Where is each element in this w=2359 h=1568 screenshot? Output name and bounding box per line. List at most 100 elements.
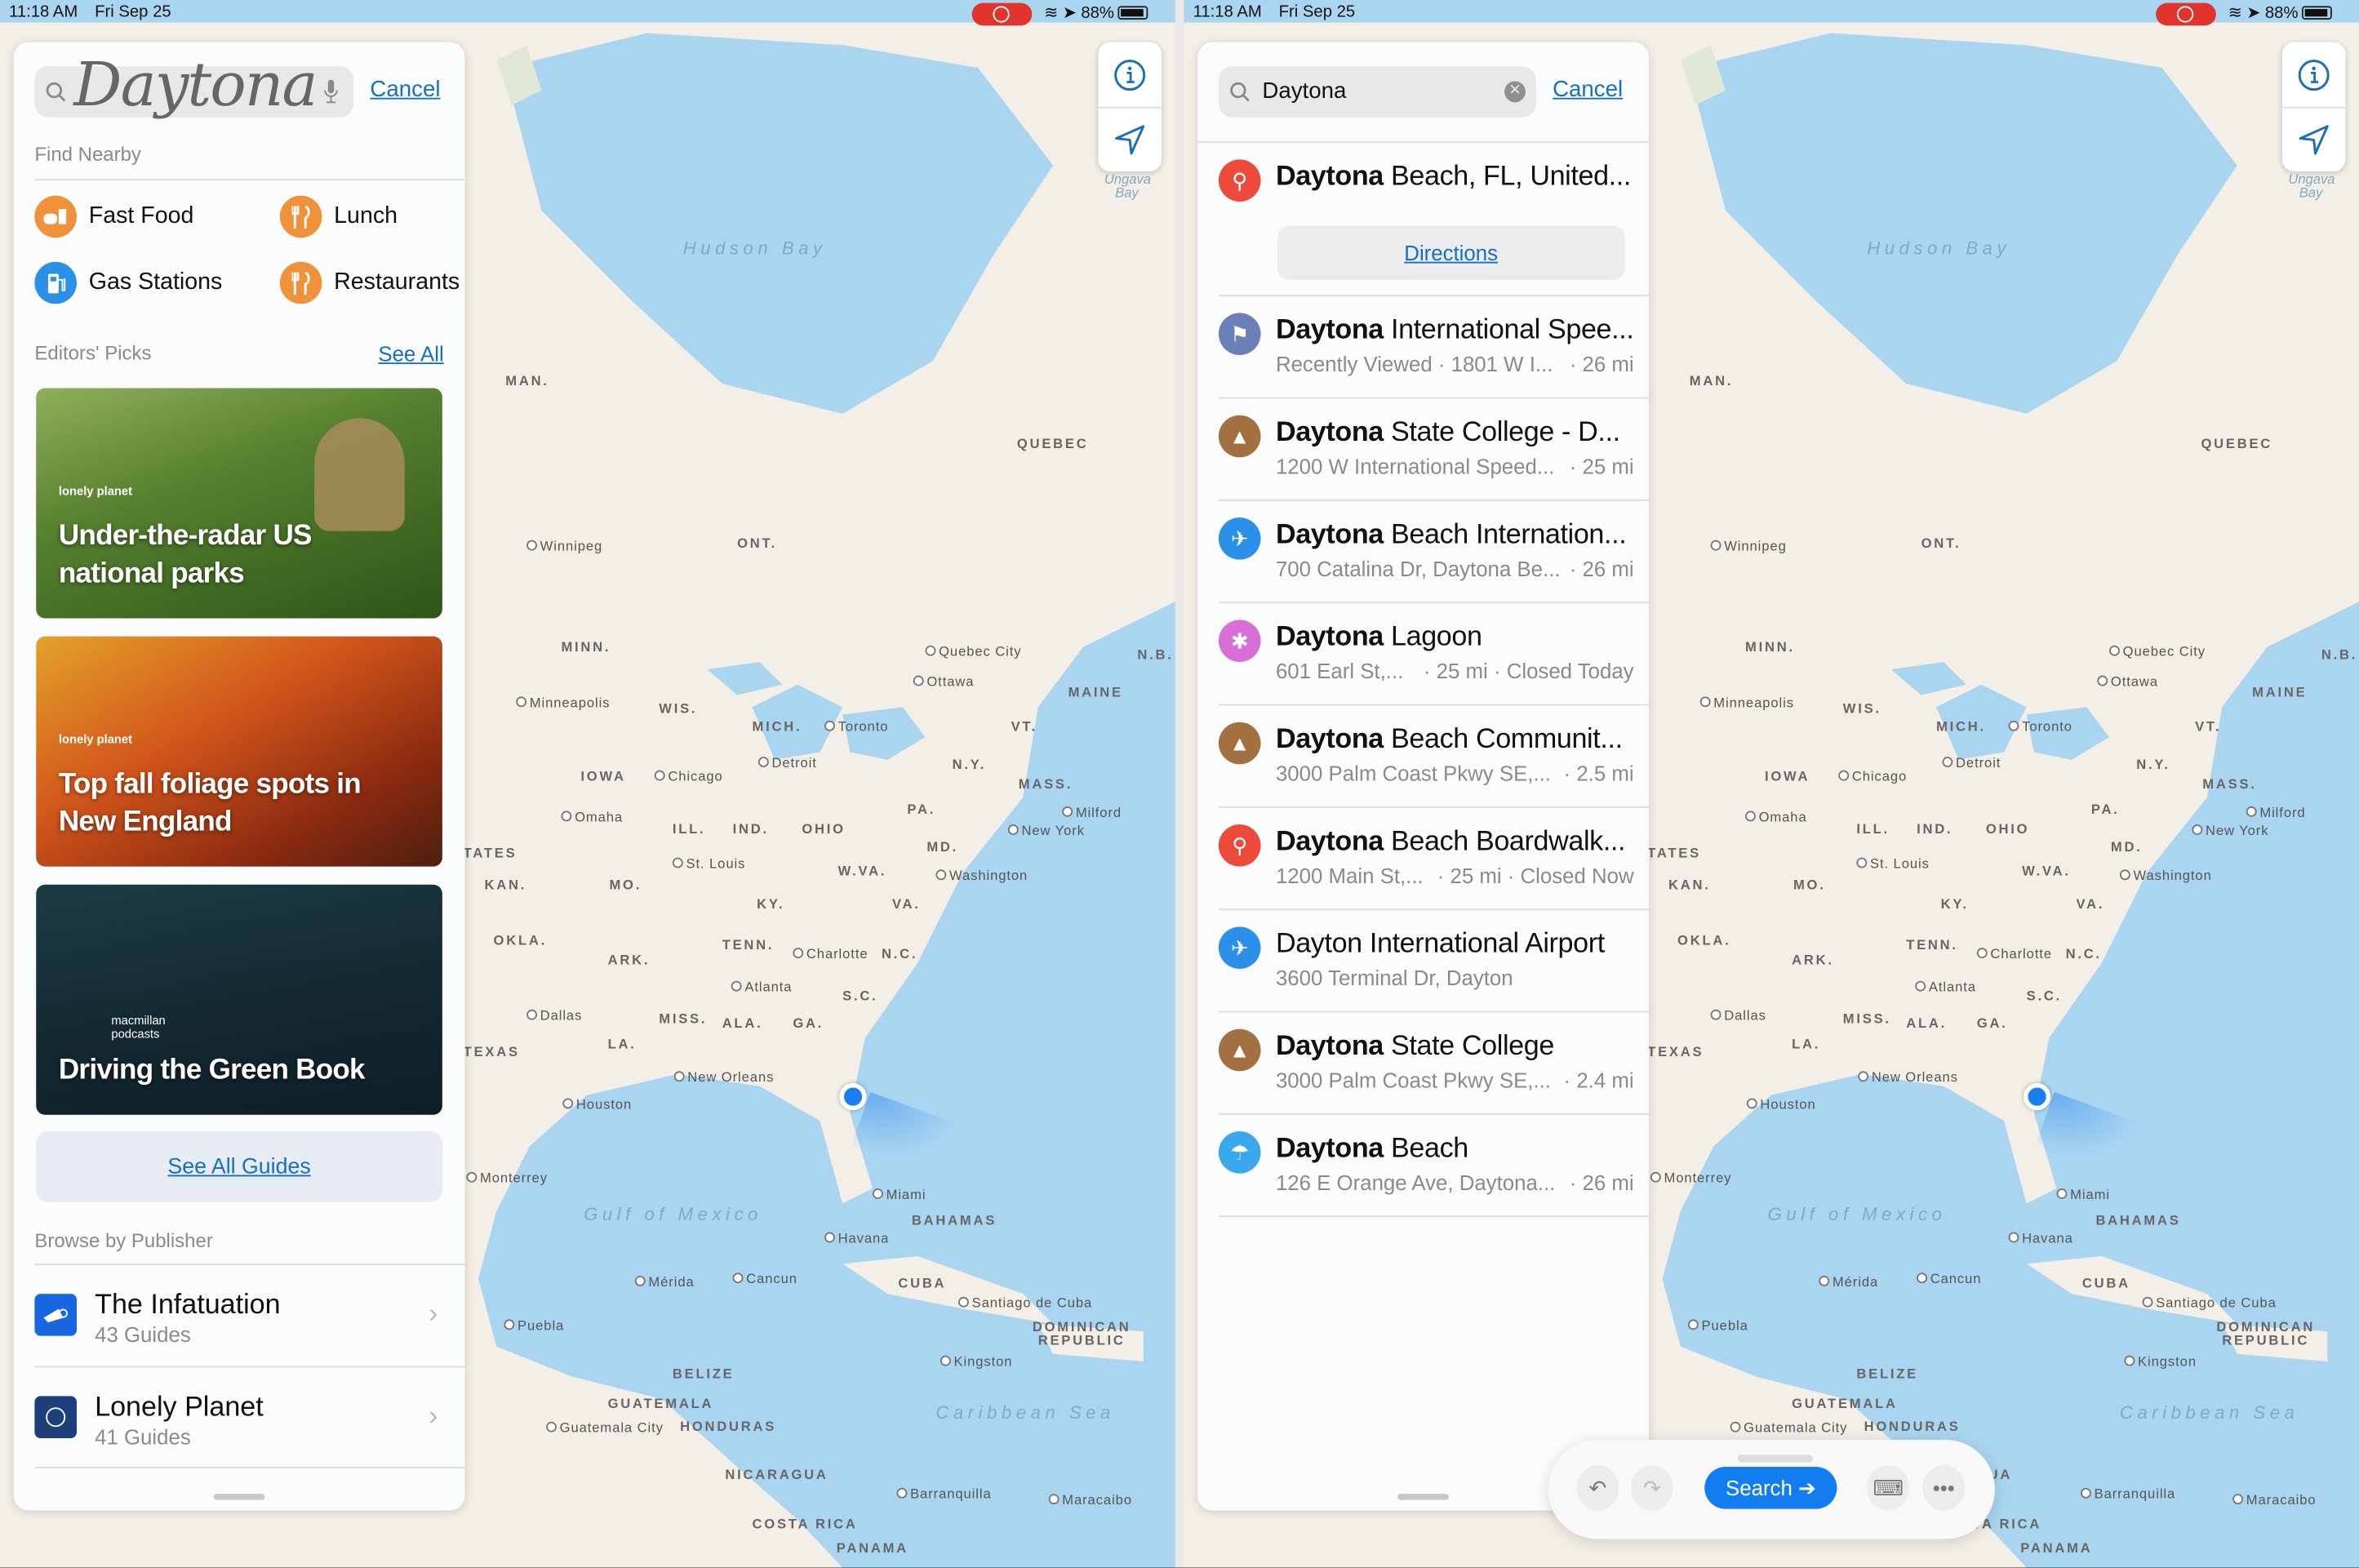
search-result-row[interactable]: ⚲ Daytona Beach Boardwalk... 1200 Main St,… bbox=[1197, 806, 1649, 908]
nearby-gas-stations[interactable]: Gas Stations bbox=[34, 261, 223, 304]
current-location-button[interactable] bbox=[1098, 106, 1162, 171]
more-button[interactable]: ••• bbox=[1922, 1465, 1966, 1511]
cancel-button[interactable]: Cancel bbox=[370, 77, 440, 102]
map-label: Ottawa bbox=[913, 674, 975, 689]
nearby-label: Lunch bbox=[334, 202, 398, 229]
map-label: Kingston bbox=[940, 1354, 1013, 1369]
map-label: MICH. bbox=[752, 719, 802, 735]
map-label: Cancun bbox=[1917, 1271, 1981, 1286]
publisher-row-infatuation[interactable]: The Infatuation 43 Guides › bbox=[14, 1265, 465, 1366]
search-result-row[interactable]: ▲ Daytona Beach Communit... 3000 Palm Coas… bbox=[1197, 704, 1649, 806]
map-label: OKLA. bbox=[1677, 932, 1731, 948]
result-title-match: Daytona bbox=[1275, 415, 1384, 447]
map-label: IOWA bbox=[580, 768, 626, 784]
lonely-planet-logo: lonely planet bbox=[58, 484, 133, 499]
map-label: Quebec City bbox=[2109, 644, 2206, 659]
nearby-restaurants[interactable]: Restaurants bbox=[279, 261, 460, 304]
toolbar-grabber[interactable] bbox=[1737, 1455, 1813, 1463]
see-all-link[interactable]: See All bbox=[378, 341, 443, 365]
guide-card-national-parks[interactable]: lonely planet Under-the-radar US nationa… bbox=[36, 388, 442, 619]
current-location-button[interactable] bbox=[2281, 106, 2346, 171]
publisher-guide-count: 43 Guides bbox=[95, 1322, 191, 1347]
cancel-button[interactable]: Cancel bbox=[1553, 77, 1623, 102]
magnifier-icon bbox=[1230, 82, 1250, 102]
map-label: Chicago bbox=[1838, 769, 1907, 784]
microphone-icon[interactable] bbox=[323, 79, 338, 104]
current-location-dot[interactable] bbox=[839, 1083, 867, 1111]
map-label: Guatemala City bbox=[1730, 1420, 1848, 1435]
guide-card-green-book[interactable]: macmillan podcasts Driving the Green Boo… bbox=[36, 884, 442, 1115]
checkered-flags-icon: ⚑ bbox=[1218, 313, 1261, 355]
map-label: Caribbean Sea bbox=[935, 1401, 1115, 1424]
nearby-lunch[interactable]: Lunch bbox=[279, 195, 398, 238]
chevron-right-icon: › bbox=[429, 1400, 438, 1431]
map-info-button[interactable] bbox=[2282, 42, 2345, 107]
redo-button[interactable]: ↷ bbox=[1630, 1465, 1673, 1511]
search-button[interactable]: Search ➔ bbox=[1704, 1467, 1837, 1509]
map-label: Toronto bbox=[824, 719, 888, 734]
map-label: Minneapolis bbox=[516, 695, 610, 710]
map-label: GA. bbox=[1976, 1015, 2008, 1031]
search-result-row[interactable]: ☂ Daytona Beach 126 E Orange Ave, Daytona.… bbox=[1197, 1113, 1649, 1215]
airplane-icon: ✈ bbox=[1218, 926, 1261, 969]
map-label: Detroit bbox=[758, 755, 817, 770]
map-label: BELIZE bbox=[1856, 1366, 1918, 1381]
map-label: VT. bbox=[2195, 719, 2222, 735]
clear-search-icon[interactable]: ✕ bbox=[1504, 81, 1526, 103]
map-info-button[interactable] bbox=[1098, 42, 1161, 107]
map-label: KAN. bbox=[484, 877, 527, 892]
search-result-row[interactable]: ▲ Daytona State College 3000 Palm Coast Pk… bbox=[1197, 1011, 1649, 1113]
keyboard-button[interactable]: ⌨ bbox=[1867, 1465, 1909, 1511]
map-label: N.B. bbox=[1137, 646, 1174, 662]
map-label: LA. bbox=[1792, 1036, 1821, 1052]
sheet-grabber[interactable] bbox=[1397, 1494, 1449, 1500]
current-location-dot[interactable] bbox=[2023, 1083, 2051, 1111]
sheet-grabber[interactable] bbox=[213, 1494, 265, 1500]
result-distance: · 26 mi bbox=[1569, 556, 1634, 581]
location-arrow-icon bbox=[1115, 125, 1145, 155]
search-results-panel: Daytona ✕ Cancel ⚲ Daytona Beach, FL, Uni… bbox=[1197, 42, 1650, 1511]
publisher-row-lonely-planet[interactable]: Lonely Planet 41 Guides › bbox=[14, 1367, 465, 1468]
directions-button[interactable]: Directions bbox=[1277, 225, 1625, 280]
fast-food-icon bbox=[34, 195, 77, 238]
map-label: MASS. bbox=[1018, 776, 1073, 792]
search-result-row[interactable]: ✱ Daytona Lagoon 601 Earl St,... · 25 mi · … bbox=[1197, 602, 1649, 704]
map-label: MAN. bbox=[1689, 373, 1734, 389]
map-label: BELIZE bbox=[672, 1366, 735, 1381]
map-label: MINN. bbox=[1744, 639, 1795, 655]
location-services-icon: ➤ bbox=[2246, 4, 2261, 23]
map-label: New Orleans bbox=[674, 1069, 775, 1084]
search-result-row[interactable]: ✈ Dayton International Airport 3600 Termin… bbox=[1197, 908, 1649, 1011]
guide-card-fall-foliage[interactable]: lonely planet Top fall foliage spots in … bbox=[36, 636, 442, 867]
map-label: KY. bbox=[1940, 896, 1969, 912]
search-result-row[interactable]: ✈ Daytona Beach Internation... 700 Catalin… bbox=[1197, 500, 1649, 602]
status-right: ≋ ➤ 88% bbox=[1044, 3, 1148, 23]
browse-by-publisher-label: Browse by Publisher bbox=[34, 1228, 213, 1252]
search-field[interactable]: Daytona bbox=[34, 51, 354, 120]
search-result-row[interactable]: ⚑ Daytona International Spee... Recently V… bbox=[1197, 295, 1649, 397]
map-label: TENN. bbox=[1906, 937, 1958, 953]
nearby-label: Gas Stations bbox=[88, 269, 223, 295]
see-all-guides-button[interactable]: See All Guides bbox=[36, 1131, 442, 1202]
map-label: Dallas bbox=[1711, 1008, 1766, 1023]
map-label: PA. bbox=[2090, 802, 2120, 817]
screen-recording-indicator[interactable] bbox=[2156, 2, 2216, 26]
search-result-row[interactable]: ▲ Daytona State College - D... 1200 W Inte… bbox=[1197, 398, 1649, 500]
result-title: Daytona Beach bbox=[1276, 1131, 1468, 1165]
map-label: Gulf of Mexico bbox=[584, 1203, 762, 1225]
map-label: New York bbox=[1008, 823, 1085, 837]
nearby-fast-food[interactable]: Fast Food bbox=[34, 195, 193, 238]
map-label: OKLA. bbox=[493, 932, 547, 948]
result-title-rest: Beach Boardwalk... bbox=[1383, 824, 1626, 856]
undo-button[interactable]: ↶ bbox=[1576, 1465, 1619, 1511]
map-label: WIS. bbox=[1842, 700, 1881, 717]
map-label: Monterrey bbox=[466, 1170, 548, 1185]
screen-recording-indicator[interactable] bbox=[971, 2, 1033, 26]
map-label: TEXAS bbox=[1647, 1044, 1704, 1059]
fork-knife-icon bbox=[279, 261, 322, 304]
map-label: MICH. bbox=[1936, 719, 1986, 735]
map-label: MAN. bbox=[505, 373, 549, 389]
screen: Hudson Bay Ungava Bay QUEBEC MAN. ONT. Winnip… bbox=[0, 0, 2359, 1568]
graduation-cap-icon: ▲ bbox=[1218, 1028, 1261, 1072]
search-field[interactable]: Daytona ✕ bbox=[1218, 66, 1536, 118]
